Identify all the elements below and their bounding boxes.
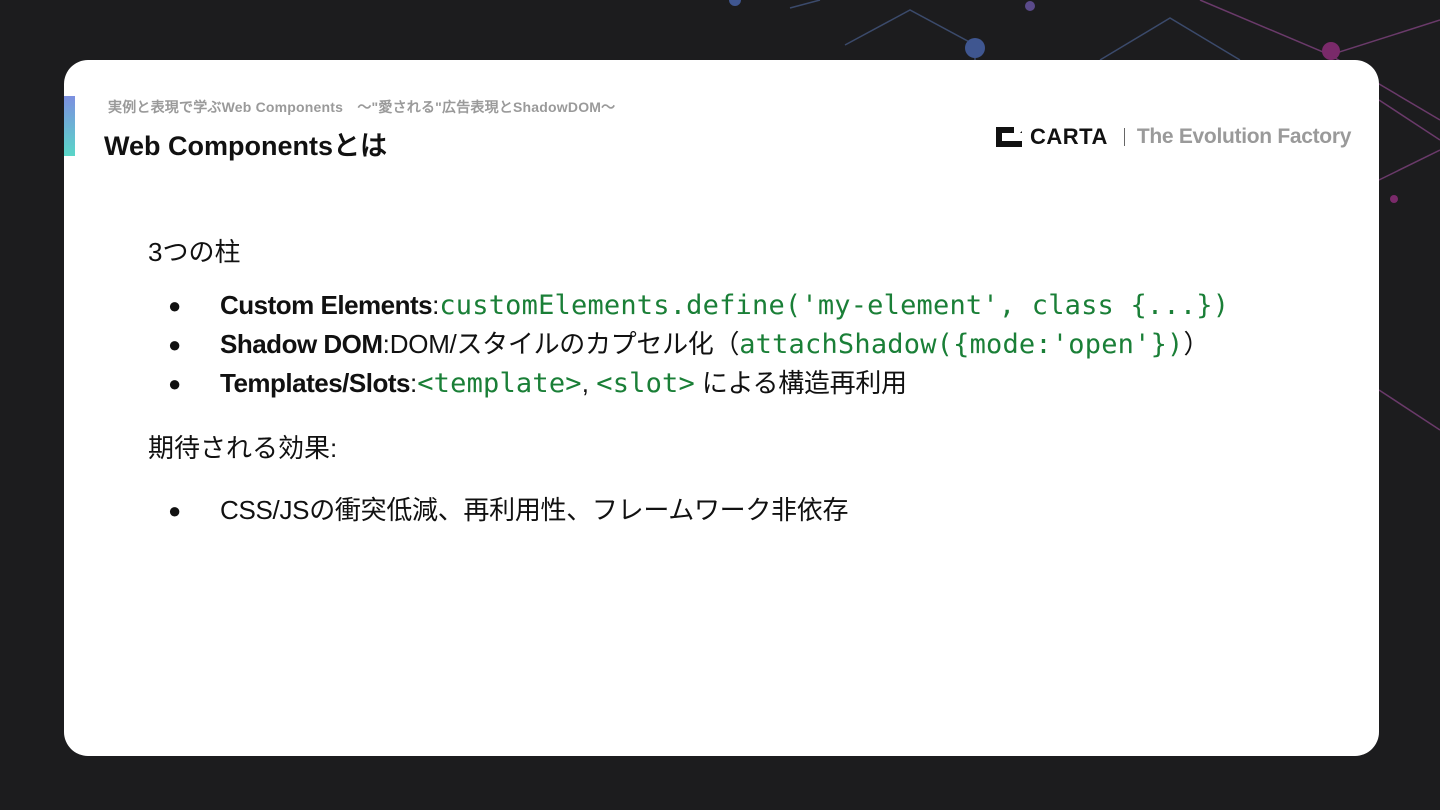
description-text: DOM/スタイルのカプセル化（: [389, 329, 740, 359]
slide-title: Web Componentsとは: [104, 131, 387, 161]
comma: ,: [581, 368, 589, 398]
bullet-icon: ●: [168, 332, 182, 357]
slide-card: 実例と表現で学ぶWeb Components 〜"愛される"広告表現とShado…: [64, 60, 1379, 756]
effect-text: CSS/JSの衝突低減、再利用性、フレームワーク非依存: [220, 495, 849, 525]
carta-logo: CARTA The Evolution Factory: [992, 124, 1351, 150]
code-snippet: <slot>: [596, 368, 695, 399]
slide-subtitle: 実例と表現で学ぶWeb Components 〜"愛される"広告表現とShado…: [108, 99, 616, 115]
logo-tagline: The Evolution Factory: [1136, 125, 1352, 148]
logo-separator: [1123, 128, 1125, 146]
closing-paren: ）: [1183, 329, 1210, 359]
description-text: による構造再利用: [694, 368, 907, 398]
list-item: ● Templates/Slots:<template>, <slot> による…: [168, 364, 1229, 403]
effects-heading: 期待される効果:: [148, 433, 338, 463]
code-snippet: <template>: [417, 368, 582, 399]
logo-name: CARTA: [1030, 124, 1108, 149]
bullet-icon: ●: [168, 498, 182, 523]
list-item: ● Custom Elements:customElements.define(…: [168, 286, 1229, 325]
effects-list: ● CSS/JSの衝突低減、再利用性、フレームワーク非依存: [168, 491, 848, 530]
code-snippet: customElements.define('my-element', clas…: [439, 290, 1230, 321]
list-item: ● Shadow DOM:DOM/スタイルのカプセル化（attachShadow…: [168, 325, 1229, 364]
term-label: Custom Elements: [220, 290, 433, 320]
pillars-list: ● Custom Elements: customElements.define(…: [168, 286, 1229, 403]
term-label: Shadow DOM: [220, 329, 383, 359]
code-snippet: attachShadow({mode:'open'}): [739, 329, 1184, 360]
list-item: ● CSS/JSの衝突低減、再利用性、フレームワーク非依存: [168, 491, 848, 530]
separator: :: [382, 329, 390, 359]
bullet-icon: ●: [168, 371, 182, 396]
term-label: Templates/Slots: [220, 368, 410, 398]
title-accent-bar: [64, 96, 75, 156]
pillars-heading: 3つの柱: [148, 237, 241, 267]
bullet-icon: ●: [168, 293, 182, 318]
carta-logo-icon: [996, 127, 1026, 147]
